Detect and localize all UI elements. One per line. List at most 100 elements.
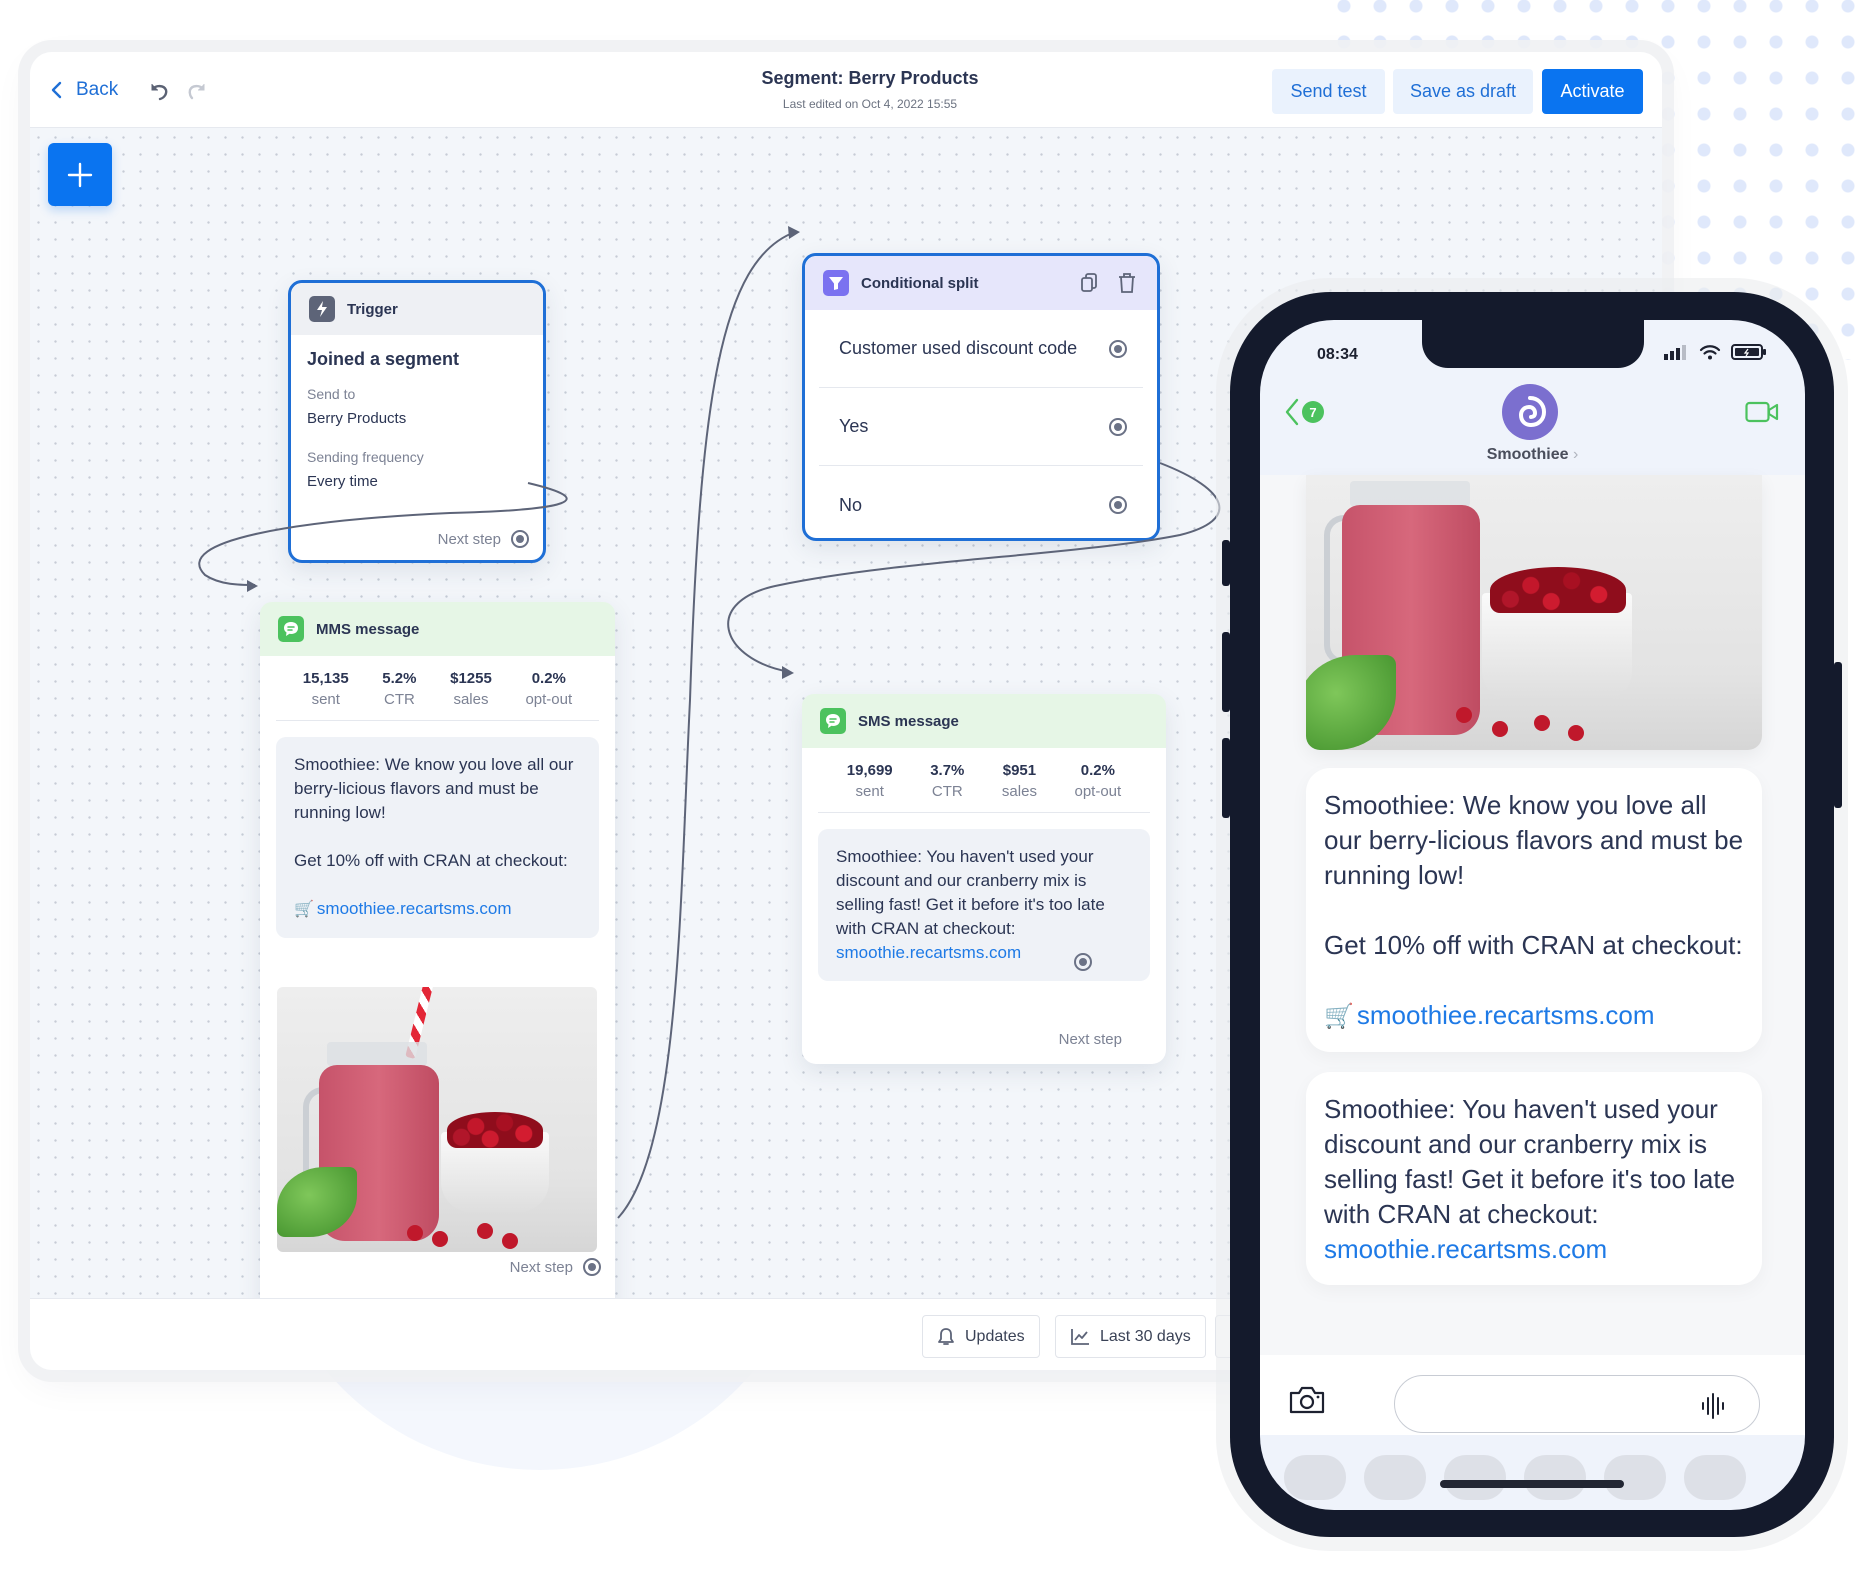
stat-value: 0.2% (531, 670, 566, 687)
next-step-label: Next step (437, 530, 501, 548)
connector-handle[interactable] (1109, 496, 1127, 514)
jar-rim-shape (1350, 481, 1470, 507)
undo-icon[interactable] (146, 78, 172, 104)
next-step-connector-handle[interactable] (583, 1258, 601, 1276)
home-indicator[interactable] (1440, 1480, 1624, 1488)
next-step-label: Next step (1058, 1031, 1122, 1048)
updates-button[interactable]: Updates (922, 1315, 1040, 1358)
stat-value: $951 (1002, 762, 1037, 779)
phone-mockup: 08:34 7 Smoothiee › Smoothiee: We know y… (1222, 292, 1842, 1537)
split-no-row[interactable]: No (819, 466, 1143, 544)
message-input[interactable] (1394, 1375, 1760, 1433)
stat-value: $1255 (450, 670, 492, 687)
message-link[interactable]: smoothie.recartsms.com (1324, 1234, 1607, 1264)
stat-ctr: 3.7% CTR (930, 762, 964, 800)
sms-node-title: SMS message (858, 712, 959, 730)
message-link[interactable]: smoothiee.recartsms.com (317, 899, 512, 918)
trash-icon[interactable] (1117, 272, 1139, 294)
stat-label: CTR (931, 783, 963, 800)
add-step-button[interactable] (48, 143, 112, 206)
chevron-left-icon (1285, 398, 1299, 426)
mms-image (277, 987, 597, 1252)
app-drawer-item[interactable] (1684, 1455, 1746, 1500)
shopping-cart-icon: 🛒 (1324, 1003, 1354, 1030)
split-yes-row[interactable]: Yes (819, 388, 1143, 466)
trigger-node-header: Trigger (291, 283, 543, 335)
send-test-button[interactable]: Send test (1272, 69, 1385, 114)
frequency-value: Every time (307, 473, 378, 490)
stat-ctr: 5.2% CTR (382, 670, 416, 708)
message-thread[interactable]: Smoothiee: We know you love all our berr… (1260, 475, 1805, 1355)
back-label: Back (76, 79, 119, 100)
audio-waveform-icon[interactable] (1699, 1392, 1729, 1420)
connector-handle[interactable] (1074, 953, 1092, 971)
message-text: Get 10% off with CRAN at checkout: (1324, 930, 1743, 960)
mms-image-preview[interactable] (1306, 475, 1762, 750)
split-row-label: No (839, 494, 863, 515)
conditional-split-node[interactable]: Conditional split Customer used discount… (802, 253, 1160, 541)
berries-shape (1490, 567, 1626, 613)
save-as-draft-button[interactable]: Save as draft (1393, 69, 1533, 114)
stat-label: CTR (383, 691, 415, 708)
sms-message-node[interactable]: SMS message 19,699 sent 3.7% CTR $951 sales… (802, 694, 1166, 1064)
stat-opt-out: 0.2% opt-out (1074, 762, 1121, 800)
mms-next-step[interactable]: Next step (510, 1258, 601, 1276)
split-condition-row[interactable]: Customer used discount code (819, 310, 1143, 388)
bell-icon (938, 1327, 954, 1345)
berry-shape (432, 1231, 448, 1247)
sms-message-preview: Smoothiee: You haven't used your discoun… (818, 829, 1150, 981)
line-chart-icon (1071, 1328, 1089, 1345)
app-drawer-item[interactable] (1524, 1455, 1586, 1500)
battery-icon (1731, 344, 1766, 360)
berry-shape (1456, 707, 1472, 723)
app-drawer-item[interactable] (1284, 1455, 1346, 1500)
plus-icon (67, 162, 93, 187)
unread-count-badge: 7 (1302, 401, 1324, 423)
stat-value: 0.2% (1080, 762, 1115, 779)
app-drawer-item[interactable] (1604, 1455, 1666, 1500)
contact-name[interactable]: Smoothiee › (1260, 446, 1805, 464)
split-node-title: Conditional split (861, 274, 979, 292)
stat-label: opt-out (525, 691, 573, 708)
stat-label: opt-out (1074, 783, 1122, 800)
next-step-connector-handle[interactable] (511, 530, 529, 548)
message-link[interactable]: smoothie.recartsms.com (836, 943, 1021, 962)
trigger-event: Joined a segment (307, 349, 460, 369)
connector-handle[interactable] (1109, 417, 1127, 436)
video-call-icon[interactable] (1745, 400, 1779, 424)
trigger-node[interactable]: Trigger Joined a segment Send to Berry P… (288, 280, 546, 563)
trigger-next-step[interactable]: Next step (438, 530, 529, 548)
frequency-label: Sending frequency (307, 449, 424, 465)
received-message-bubble: Smoothiee: You haven't used your discoun… (1306, 1072, 1762, 1285)
stat-label: sent (855, 783, 884, 800)
mms-message-node[interactable]: MMS message 15,135 sent 5.2% CTR $1255 sale… (260, 602, 615, 1322)
message-link[interactable]: smoothiee.recartsms.com (1357, 1000, 1655, 1030)
mms-node-title: MMS message (316, 620, 420, 638)
shopping-cart-icon: 🛒 (294, 901, 314, 918)
contact-avatar[interactable] (1502, 384, 1558, 440)
duplicate-icon[interactable] (1079, 272, 1101, 294)
camera-icon[interactable] (1288, 1385, 1326, 1415)
smoothie-photo (1306, 475, 1762, 750)
berry-shape (1568, 725, 1584, 741)
app-drawer-item[interactable] (1444, 1455, 1506, 1500)
signal-icon (1664, 345, 1686, 360)
app-drawer-item[interactable] (1364, 1455, 1426, 1500)
date-range-button[interactable]: Last 30 days (1055, 1315, 1206, 1358)
activate-button[interactable]: Activate (1542, 69, 1643, 114)
conversation-back-button[interactable]: 7 (1284, 398, 1324, 426)
mms-message-preview: Smoothiee: We know you love all our berr… (276, 737, 599, 938)
send-to-label: Send to (307, 386, 356, 402)
trigger-node-title: Trigger (347, 300, 398, 318)
back-button[interactable]: Back (50, 74, 118, 106)
connector-handle[interactable] (1109, 339, 1127, 358)
redo-icon[interactable] (184, 78, 210, 104)
stat-sent: 15,135 sent (303, 670, 349, 708)
contact-name-label: Smoothiee (1486, 446, 1569, 463)
stat-sales: $951 sales (1002, 762, 1037, 800)
page-title: Segment: Berry Products (761, 68, 979, 88)
editor-header: Back Segment: Berry Products Last edited… (30, 52, 1662, 128)
sms-next-step[interactable]: Next step (1059, 1031, 1122, 1048)
filter-icon (823, 270, 849, 296)
sms-stats: 19,699 sent 3.7% CTR $951 sales 0.2% opt-out (818, 748, 1150, 813)
